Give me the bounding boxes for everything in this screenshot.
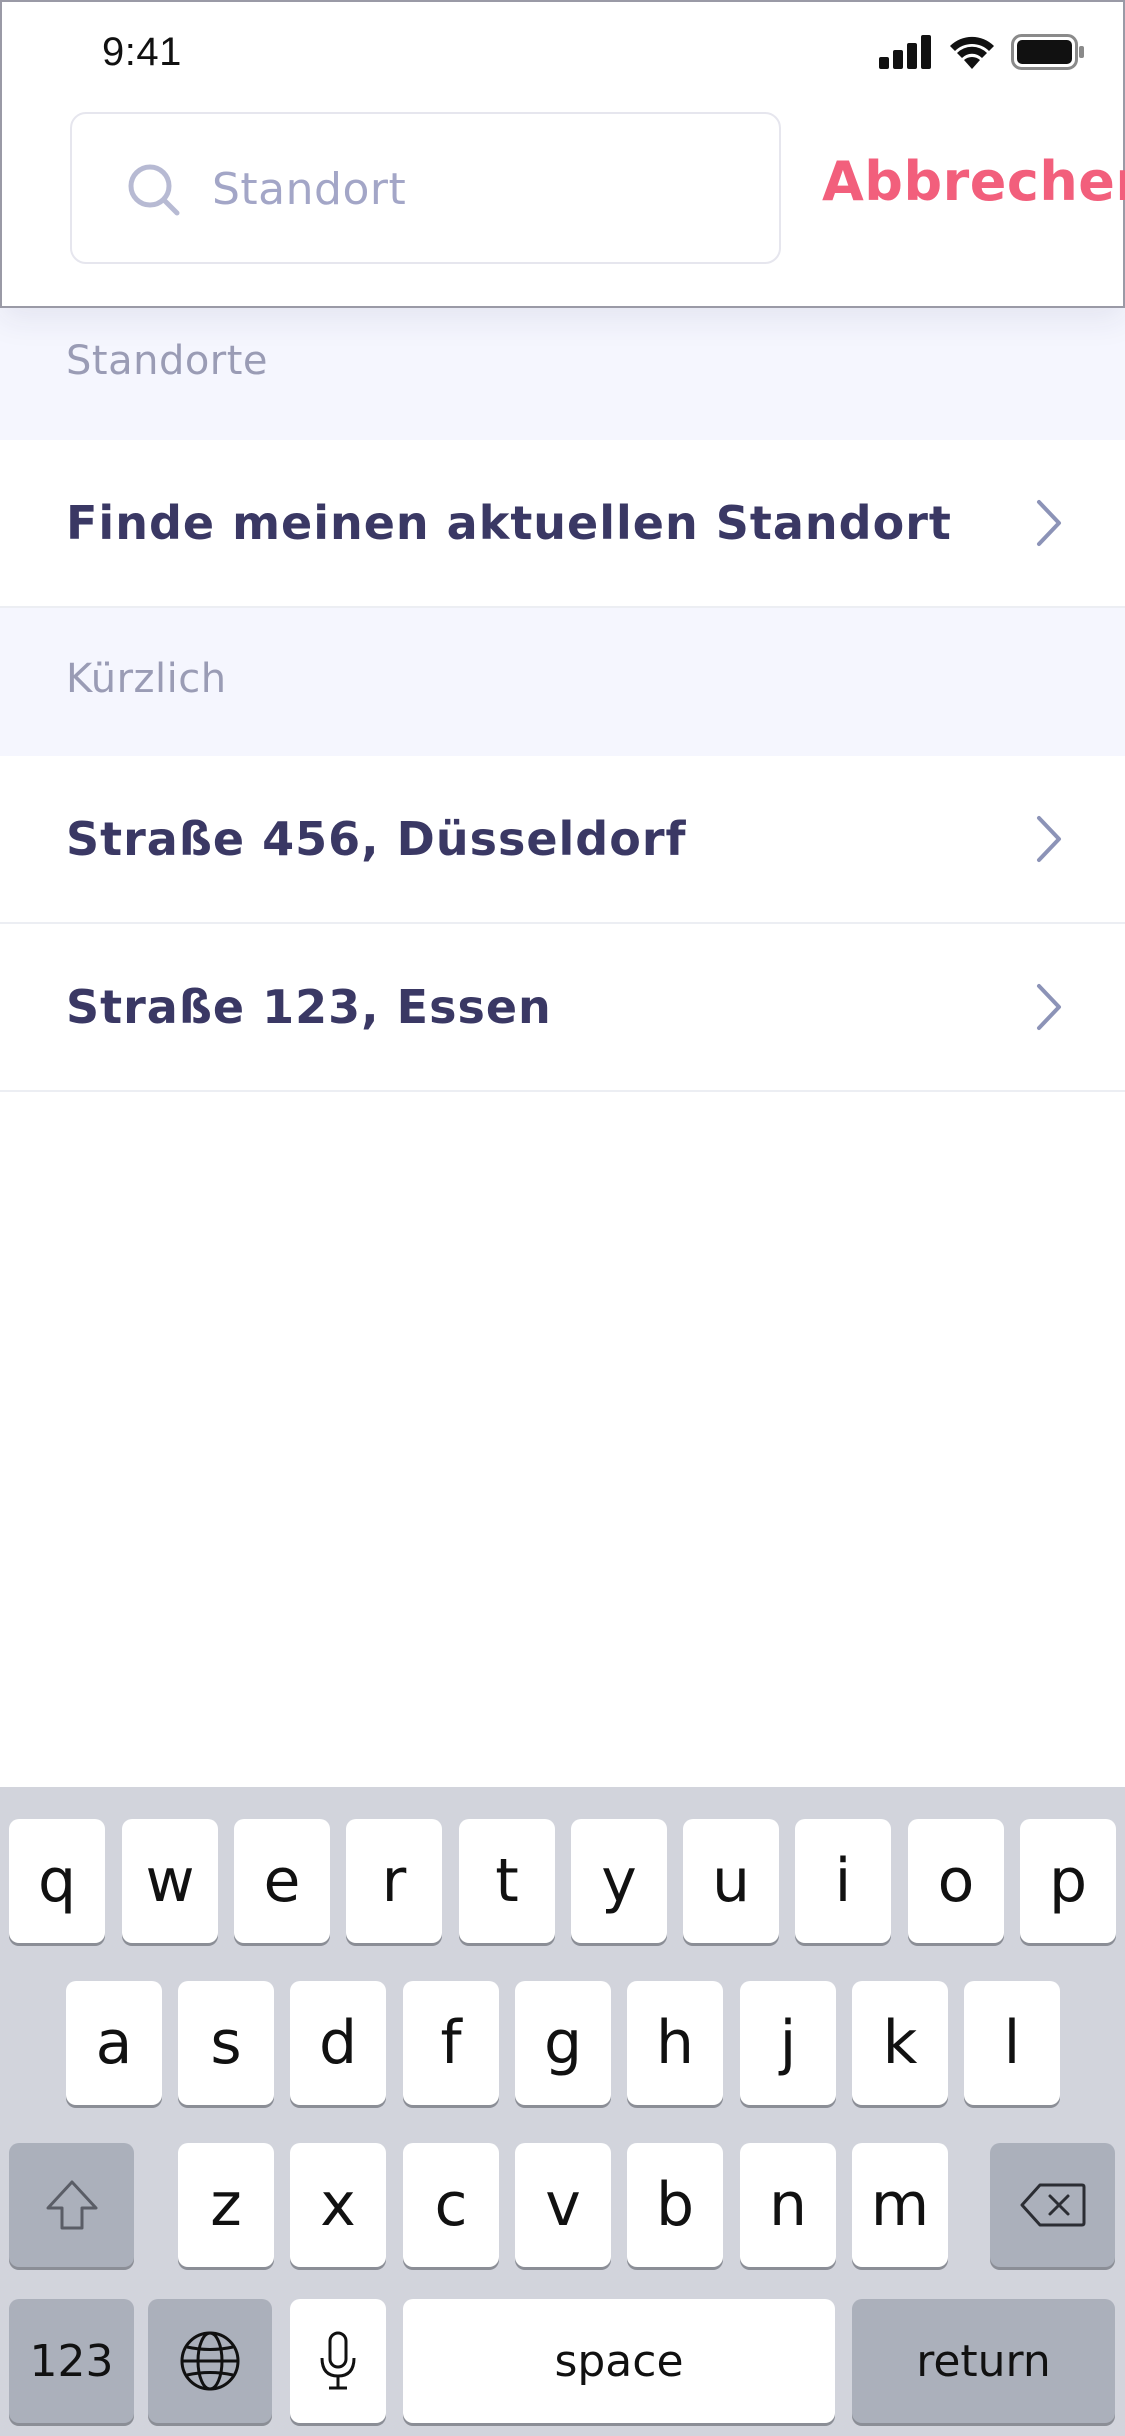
battery-icon xyxy=(1011,34,1084,70)
key-p[interactable]: p xyxy=(1020,1819,1116,1943)
key-r[interactable]: r xyxy=(346,1819,442,1943)
header: 9:41 Standort Abbrechen xyxy=(0,0,1125,308)
section-title-locations: Standorte xyxy=(66,338,269,384)
key-k[interactable]: k xyxy=(852,1981,948,2105)
chevron-right-icon xyxy=(1037,984,1061,1030)
key-x[interactable]: x xyxy=(290,2143,386,2267)
search-placeholder: Standort xyxy=(212,164,407,215)
section-header-recent: Kürzlich xyxy=(0,608,1125,756)
wifi-icon xyxy=(950,36,994,69)
section-header-locations: Standorte xyxy=(0,292,1125,440)
key-i[interactable]: i xyxy=(795,1819,891,1943)
key-z[interactable]: z xyxy=(178,2143,274,2267)
list-item-recent[interactable]: Straße 456, Düsseldorf xyxy=(0,756,1125,924)
recent-item-label: Straße 456, Düsseldorf xyxy=(66,812,687,866)
key-n[interactable]: n xyxy=(740,2143,836,2267)
key-w[interactable]: w xyxy=(122,1819,218,1943)
list-item-current-location[interactable]: Finde meinen aktuellen Standort xyxy=(0,440,1125,608)
status-time: 9:41 xyxy=(102,30,182,74)
chevron-right-icon xyxy=(1037,816,1061,862)
key-d[interactable]: d xyxy=(290,1981,386,2105)
key-m[interactable]: m xyxy=(852,2143,948,2267)
shift-key[interactable] xyxy=(9,2143,134,2267)
key-c[interactable]: c xyxy=(403,2143,499,2267)
key-v[interactable]: v xyxy=(515,2143,611,2267)
microphone-key[interactable] xyxy=(290,2299,386,2423)
search-icon xyxy=(128,164,180,216)
key-t[interactable]: t xyxy=(459,1819,555,1943)
cancel-button[interactable]: Abbrechen xyxy=(822,150,1125,213)
globe-icon xyxy=(180,2331,240,2391)
key-l[interactable]: l xyxy=(964,1981,1060,2105)
numbers-key[interactable]: 123 xyxy=(9,2299,134,2423)
key-o[interactable]: o xyxy=(908,1819,1004,1943)
current-location-label: Finde meinen aktuellen Standort xyxy=(66,496,952,550)
key-b[interactable]: b xyxy=(627,2143,723,2267)
key-g[interactable]: g xyxy=(515,1981,611,2105)
return-key[interactable]: return xyxy=(852,2299,1115,2423)
recent-item-label: Straße 123, Essen xyxy=(66,980,552,1034)
key-u[interactable]: u xyxy=(683,1819,779,1943)
list-item-recent[interactable]: Straße 123, Essen xyxy=(0,924,1125,1092)
keyboard: q w e r t y u i o p a s d f g h j k l z … xyxy=(0,1787,1125,2436)
status-bar: 9:41 xyxy=(2,2,1125,102)
status-icons xyxy=(879,34,1085,70)
microphone-icon xyxy=(320,2331,356,2390)
shift-icon xyxy=(46,2180,97,2230)
search-input[interactable]: Standort xyxy=(70,112,781,264)
key-h[interactable]: h xyxy=(627,1981,723,2105)
cellular-signal-icon xyxy=(879,35,931,69)
backspace-icon xyxy=(1020,2183,1085,2227)
key-f[interactable]: f xyxy=(403,1981,499,2105)
key-y[interactable]: y xyxy=(571,1819,667,1943)
key-j[interactable]: j xyxy=(740,1981,836,2105)
chevron-right-icon xyxy=(1037,500,1061,546)
key-s[interactable]: s xyxy=(178,1981,274,2105)
globe-key[interactable] xyxy=(148,2299,272,2423)
key-e[interactable]: e xyxy=(234,1819,330,1943)
backspace-key[interactable] xyxy=(990,2143,1115,2267)
section-title-recent: Kürzlich xyxy=(66,656,227,702)
key-q[interactable]: q xyxy=(9,1819,105,1943)
space-key[interactable]: space xyxy=(403,2299,835,2423)
key-a[interactable]: a xyxy=(66,1981,162,2105)
